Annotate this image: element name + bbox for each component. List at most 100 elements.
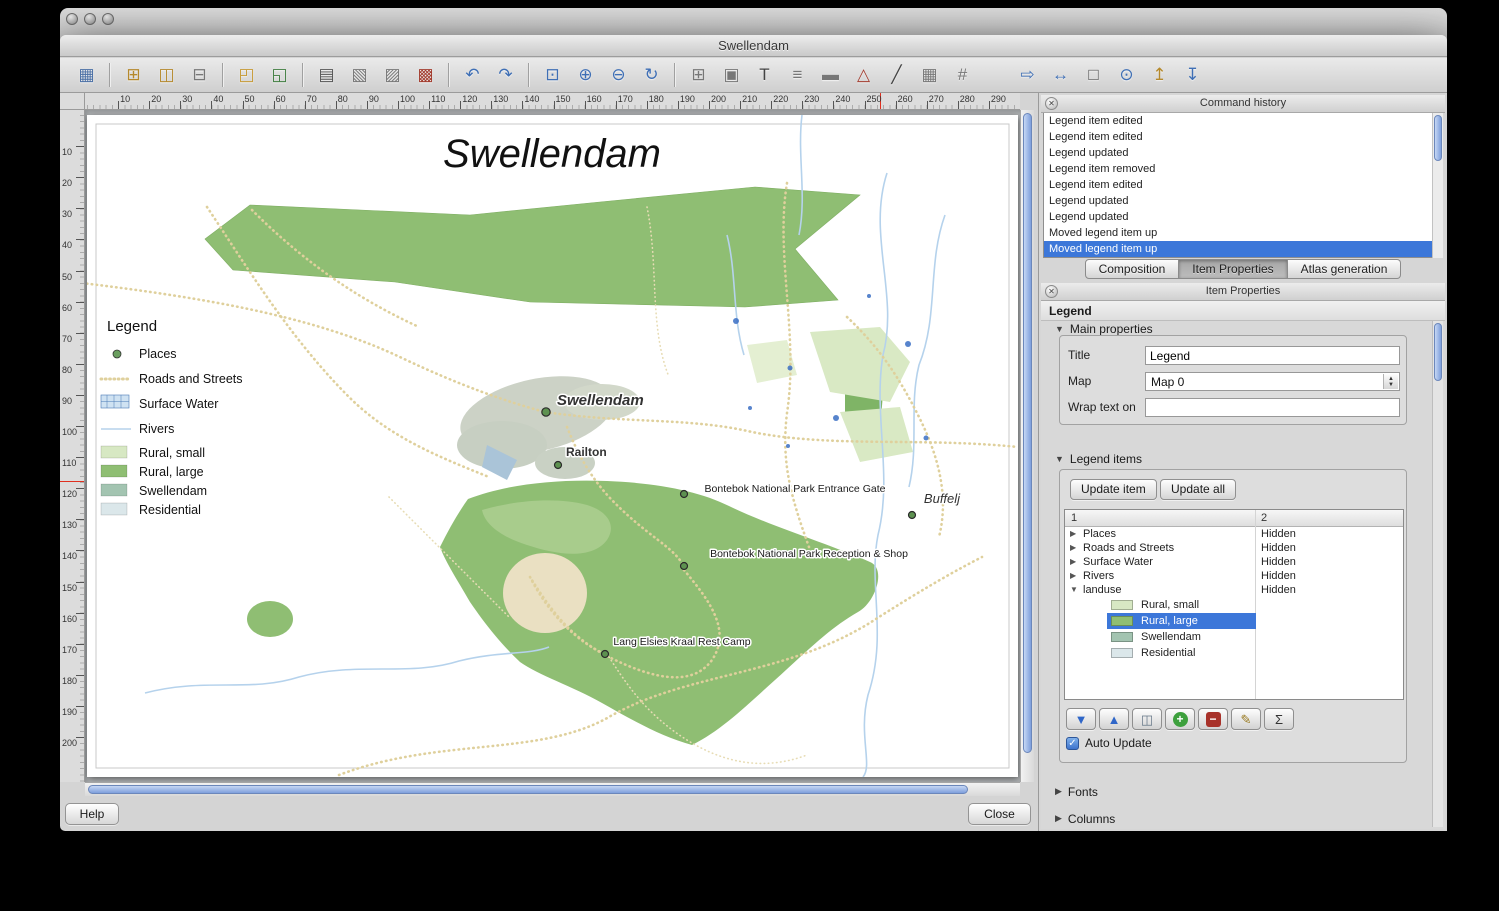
count-features-button[interactable]: Σ xyxy=(1264,708,1294,730)
panel-close-icon[interactable]: ✕ xyxy=(1045,97,1058,110)
help-button[interactable]: Help xyxy=(65,803,119,825)
remove-item-button[interactable]: − xyxy=(1198,708,1228,730)
move-item-down-button[interactable]: ▼ xyxy=(1066,708,1096,730)
title-input[interactable] xyxy=(1145,346,1400,365)
zoom-out-icon[interactable]: ⊖ xyxy=(606,63,631,88)
add-image-icon[interactable]: ▣ xyxy=(719,63,744,88)
disclosure-triangle-icon[interactable]: ▶ xyxy=(1070,543,1076,552)
zoom-full-icon[interactable]: ⊡ xyxy=(540,63,565,88)
export-pdf-icon[interactable]: ▩ xyxy=(413,63,438,88)
new-composition-icon[interactable]: ⊞ xyxy=(121,63,146,88)
titlebar[interactable]: Swellendam xyxy=(60,35,1447,57)
undo-icon[interactable]: ↶ xyxy=(460,63,485,88)
add-map-icon[interactable]: ⊞ xyxy=(686,63,711,88)
close-button[interactable]: Close xyxy=(968,803,1031,825)
redo-icon[interactable]: ↷ xyxy=(493,63,518,88)
move-item-up-button[interactable]: ▲ xyxy=(1099,708,1129,730)
scrollbar-thumb[interactable] xyxy=(1434,323,1442,381)
composition-paper[interactable]: Swellendam Legend Places Roads and Street… xyxy=(87,115,1018,777)
swatch-symbol xyxy=(100,502,128,516)
section-fonts[interactable]: ▶ Fonts xyxy=(1055,784,1098,799)
composition-canvas[interactable]: Swellendam Legend Places Roads and Street… xyxy=(85,110,1020,782)
toolbar-separator xyxy=(528,63,530,87)
tab-atlas-generation[interactable]: Atlas generation xyxy=(1287,259,1402,279)
add-label-icon[interactable]: T xyxy=(752,63,777,88)
legend-tree-row[interactable]: Rural, large xyxy=(1065,613,1403,629)
tab-composition[interactable]: Composition xyxy=(1084,259,1180,279)
legend-tree-row[interactable]: ▶ Places Hidden xyxy=(1065,527,1403,541)
command-history-item[interactable]: Legend item edited xyxy=(1044,129,1442,145)
save-as-template-icon[interactable]: ◱ xyxy=(267,63,292,88)
wrap-text-input[interactable] xyxy=(1145,398,1400,417)
command-history-item[interactable]: Legend item edited xyxy=(1044,177,1442,193)
save-project-icon[interactable]: ▦ xyxy=(74,63,99,88)
zoom-traffic-light-icon[interactable] xyxy=(102,13,114,25)
add-html-icon[interactable]: # xyxy=(950,63,975,88)
close-traffic-light-icon[interactable] xyxy=(66,13,78,25)
command-history-item[interactable]: Legend updated xyxy=(1044,145,1442,161)
legend-tree-row[interactable]: Rural, small xyxy=(1065,597,1403,613)
disclosure-triangle-icon[interactable]: ▶ xyxy=(1070,557,1076,566)
disclosure-triangle-icon[interactable]: ▼ xyxy=(1070,585,1078,594)
composer-manager-icon[interactable]: ⊟ xyxy=(187,63,212,88)
edit-item-button[interactable]: ✎ xyxy=(1231,708,1261,730)
update-item-button[interactable]: Update item xyxy=(1070,479,1157,500)
select-items-icon[interactable]: □ xyxy=(1081,63,1106,88)
legend-tree-row[interactable]: Residential xyxy=(1065,645,1403,661)
stepper-arrows-icon[interactable]: ▲ ▼ xyxy=(1383,374,1398,389)
add-scalebar-icon[interactable]: ▬ xyxy=(818,63,843,88)
add-attribute-table-icon[interactable]: ▦ xyxy=(917,63,942,88)
command-history-item[interactable]: Legend updated xyxy=(1044,193,1442,209)
command-history-item[interactable]: Legend updated xyxy=(1044,209,1442,225)
zoom-to-item-icon[interactable]: ⊙ xyxy=(1114,63,1139,88)
scrollbar-thumb[interactable] xyxy=(88,785,968,794)
disclosure-triangle-icon[interactable]: ▶ xyxy=(1070,571,1076,580)
command-history-item[interactable]: Moved legend item up xyxy=(1044,241,1442,257)
legend-tree-row[interactable]: Swellendam xyxy=(1065,629,1403,645)
legend-tree-row[interactable]: ▶ Rivers Hidden xyxy=(1065,569,1403,583)
load-from-template-icon[interactable]: ◰ xyxy=(234,63,259,88)
map-legend-item: Rural, large xyxy=(100,464,204,479)
map-select[interactable]: Map 0 ▲ ▼ xyxy=(1145,372,1400,391)
add-shape-icon[interactable]: △ xyxy=(851,63,876,88)
legend-tree-row[interactable]: ▼ landuse Hidden xyxy=(1065,583,1403,597)
duplicate-composition-icon[interactable]: ◫ xyxy=(154,63,179,88)
properties-scrollbar[interactable] xyxy=(1432,321,1443,827)
auto-update-label: Auto Update xyxy=(1085,736,1152,750)
canvas-horizontal-scrollbar[interactable] xyxy=(85,782,1020,796)
scrollbar-thumb[interactable] xyxy=(1023,113,1032,753)
disclosure-triangle-icon[interactable]: ▶ xyxy=(1070,529,1076,538)
auto-update-checkbox[interactable]: ✓ xyxy=(1066,736,1079,750)
add-item-button[interactable]: + xyxy=(1165,708,1195,730)
panel-close-icon[interactable]: ✕ xyxy=(1045,285,1058,298)
canvas-vertical-scrollbar[interactable] xyxy=(1020,110,1034,782)
print-icon[interactable]: ▤ xyxy=(314,63,339,88)
tree-item-label: Rivers xyxy=(1083,570,1115,582)
zoom-in-icon[interactable]: ⊕ xyxy=(573,63,598,88)
ruler-label: 80 xyxy=(62,364,73,375)
ruler-label: 270 xyxy=(928,94,944,104)
command-history-item[interactable]: Moved legend item up xyxy=(1044,225,1442,241)
export-svg-icon[interactable]: ▨ xyxy=(380,63,405,88)
move-item-content-icon[interactable]: ↔ xyxy=(1048,63,1073,88)
add-legend-icon[interactable]: ≡ xyxy=(785,63,810,88)
lower-items-icon[interactable]: ↧ xyxy=(1180,63,1205,88)
legend-tree-row[interactable]: ▶ Surface Water Hidden xyxy=(1065,555,1403,569)
command-history-item[interactable]: Legend item removed xyxy=(1044,161,1442,177)
raise-items-icon[interactable]: ↥ xyxy=(1147,63,1172,88)
section-main-properties[interactable]: ▼ Main properties xyxy=(1055,321,1153,336)
command-history-item[interactable]: Legend item edited xyxy=(1044,113,1442,129)
scrollbar-thumb[interactable] xyxy=(1434,115,1442,161)
add-arrow-icon[interactable]: ╱ xyxy=(884,63,909,88)
command-history-scrollbar[interactable] xyxy=(1432,113,1443,258)
export-image-icon[interactable]: ▧ xyxy=(347,63,372,88)
refresh-icon[interactable]: ↻ xyxy=(639,63,664,88)
section-legend-items[interactable]: ▼ Legend items xyxy=(1055,451,1142,466)
add-group-button[interactable]: ◫ xyxy=(1132,708,1162,730)
minimize-traffic-light-icon[interactable] xyxy=(84,13,96,25)
legend-tree-row[interactable]: ▶ Roads and Streets Hidden xyxy=(1065,541,1403,555)
tab-item-properties[interactable]: Item Properties xyxy=(1179,259,1288,279)
update-all-button[interactable]: Update all xyxy=(1160,479,1237,500)
section-columns[interactable]: ▶ Columns xyxy=(1055,811,1115,826)
move-item-icon[interactable]: ⇨ xyxy=(1015,63,1040,88)
